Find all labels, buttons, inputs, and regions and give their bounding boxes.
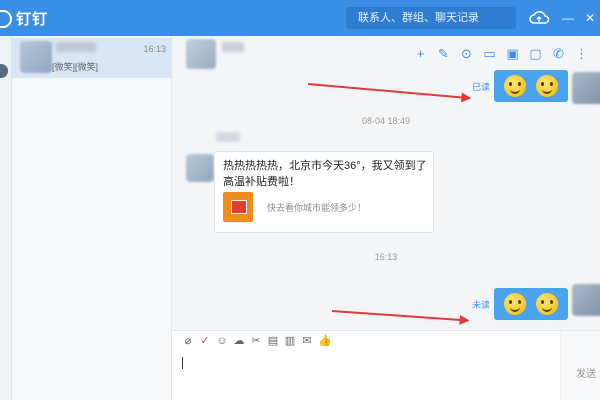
smile-emoji-icon xyxy=(536,75,558,97)
chat-toolbar: + ✎ ⊙ ▭ ▣ ▢ ✆ ⋮ xyxy=(412,45,590,62)
text-caret xyxy=(182,357,183,369)
message-bubble[interactable] xyxy=(494,288,568,320)
check-icon[interactable]: ✓ xyxy=(199,335,211,347)
app-logo: 钉钉 xyxy=(0,8,48,29)
smile-emoji-icon xyxy=(536,293,558,315)
smile-emoji-icon xyxy=(504,75,526,97)
app-name: 钉钉 xyxy=(16,11,49,28)
shared-card[interactable]: 热热热热热，北京市今天36°，我又领到了高温补贴费啦！ 快去看你城市能领多少！ xyxy=(214,151,434,233)
card-link[interactable]: 快去看你城市能领多少！ xyxy=(267,201,366,214)
conversation-item[interactable]: 16:13 [微笑][微笑] xyxy=(12,38,172,78)
annotation-arrow xyxy=(307,83,470,100)
close-icon[interactable]: ✕ xyxy=(580,0,600,36)
send-area: 发送 xyxy=(560,331,600,400)
chat-header: + ✎ ⊙ ▭ ▣ ▢ ✆ ⋮ xyxy=(172,36,600,72)
input-toolbar: ⌀ ✓ ☺ ☁ ✂ ▤ ▥ ✉ 👍 xyxy=(182,335,332,347)
chat-panel: + ✎ ⊙ ▭ ▣ ▢ ✆ ⋮ 已读 08-04 18:49 热热热热热，北京市… xyxy=(172,36,600,400)
screen-share-icon[interactable]: ▢ xyxy=(527,45,544,62)
search-input[interactable]: 联系人、群组、聊天记录 xyxy=(346,7,516,29)
add-icon[interactable]: + xyxy=(412,45,429,62)
conversation-name-blurred xyxy=(56,42,96,52)
my-avatar xyxy=(572,72,600,104)
more-icon[interactable]: ⋮ xyxy=(573,45,590,62)
folder-icon[interactable]: ▭ xyxy=(481,45,498,62)
mail-icon[interactable]: ✉ xyxy=(301,335,313,347)
red-envelope-icon xyxy=(223,192,253,222)
image-icon[interactable]: ▣ xyxy=(504,45,521,62)
user-avatar[interactable] xyxy=(0,64,8,78)
emoji-icon[interactable]: ☺ xyxy=(216,335,228,347)
conversation-avatar xyxy=(20,41,52,73)
nav-strip xyxy=(0,36,12,400)
phone-icon[interactable]: ✆ xyxy=(550,45,567,62)
minimize-icon[interactable]: — xyxy=(558,0,578,36)
timestamp: 16:13 xyxy=(374,252,398,262)
chat-avatar xyxy=(186,39,216,69)
my-avatar xyxy=(572,284,600,316)
dingtalk-logo-icon xyxy=(0,9,12,28)
sender-avatar xyxy=(186,154,214,182)
attachment-icon[interactable]: ⌀ xyxy=(182,335,194,347)
cloud-upload-icon[interactable] xyxy=(528,8,550,28)
title-bar: 钉钉 联系人、群组、聊天记录 — ✕ xyxy=(0,0,600,36)
message-input-area[interactable]: ⌀ ✓ ☺ ☁ ✂ ▤ ▥ ✉ 👍 发送 xyxy=(172,330,600,400)
thumbs-up-icon[interactable]: 👍 xyxy=(318,335,332,347)
conversation-preview: [微笑][微笑] xyxy=(52,62,99,72)
document-icon[interactable]: ▥ xyxy=(284,335,296,347)
scissors-icon[interactable]: ✂ xyxy=(250,335,262,347)
conversation-list: 16:13 [微笑][微笑] xyxy=(12,36,172,400)
outgoing-message-1: 已读 xyxy=(472,70,568,102)
card-icon[interactable]: ▤ xyxy=(267,335,279,347)
message-bubble[interactable] xyxy=(494,70,568,102)
outgoing-message-2: 未读 xyxy=(472,288,568,320)
timestamp: 08-04 18:49 xyxy=(361,116,411,126)
read-status: 已读 xyxy=(471,81,490,92)
unread-status: 未读 xyxy=(471,299,490,310)
annotation-arrow xyxy=(331,310,468,322)
cloud-file-icon[interactable]: ☁ xyxy=(233,335,245,347)
sender-name-blurred xyxy=(216,132,240,142)
smile-emoji-icon xyxy=(504,293,526,315)
edit-icon[interactable]: ✎ xyxy=(435,45,452,62)
chat-name-blurred xyxy=(222,42,244,52)
send-button[interactable]: 发送 xyxy=(576,365,596,380)
card-text: 热热热热热，北京市今天36°，我又领到了高温补贴费啦！ xyxy=(223,160,427,188)
search-chat-icon[interactable]: ⊙ xyxy=(458,45,475,62)
conversation-time: 16:13 xyxy=(143,44,166,54)
